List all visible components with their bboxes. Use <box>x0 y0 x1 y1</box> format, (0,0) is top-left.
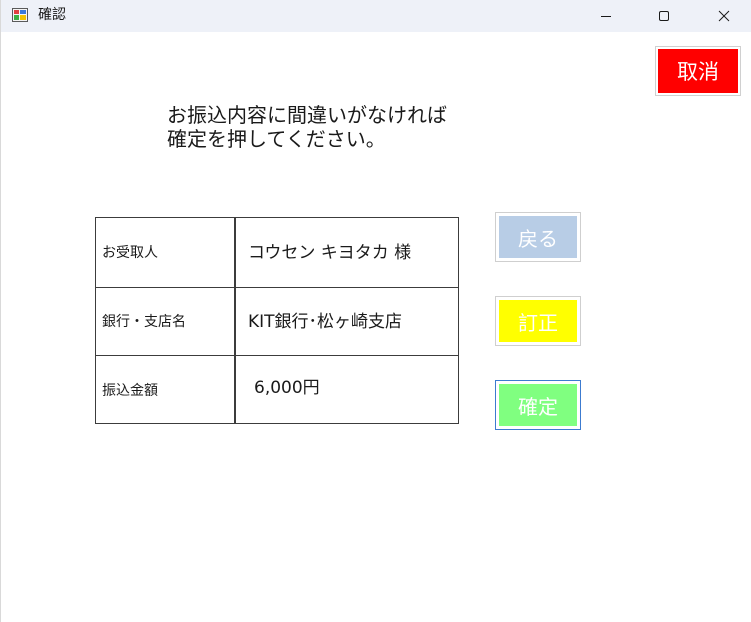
back-button-label: 戻る <box>499 216 577 258</box>
instruction-line-1: お振込内容に間違いがなければ <box>167 103 447 127</box>
bank-branch-label: 銀行・支店名 <box>102 314 186 331</box>
correct-button[interactable]: 訂正 <box>495 296 581 346</box>
app-form-icon <box>12 7 28 23</box>
recipient-label: お受取人 <box>102 245 158 262</box>
confirm-window: 確認 取消 お振込内容に間違いがなければ 確定を押してください。 お受取人 コウ… <box>0 0 751 622</box>
instruction-message: お振込内容に間違いがなければ 確定を押してください。 <box>167 103 447 151</box>
title-bar: 確認 <box>1 0 751 32</box>
amount-value: 6,000円 <box>254 378 320 399</box>
confirm-button-label: 確定 <box>499 384 577 426</box>
window-title: 確認 <box>38 7 66 23</box>
correct-button-label: 訂正 <box>499 300 577 342</box>
close-button[interactable] <box>701 0 747 32</box>
table-row-bank: 銀行・支店名 KIT銀行･松ヶ崎支店 <box>96 286 458 356</box>
back-button[interactable]: 戻る <box>495 212 581 262</box>
maximize-icon <box>658 7 670 26</box>
table-row-recipient: お受取人 コウセン キヨタカ 様 <box>96 218 458 287</box>
cancel-button-label: 取消 <box>658 49 738 93</box>
cancel-button[interactable]: 取消 <box>655 46 741 96</box>
maximize-button[interactable] <box>641 0 687 32</box>
instruction-line-2: 確定を押してください。 <box>167 127 386 151</box>
recipient-value: コウセン キヨタカ 様 <box>248 242 412 263</box>
close-icon <box>718 7 730 26</box>
confirm-button[interactable]: 確定 <box>495 380 581 430</box>
bank-branch-value: KIT銀行･松ヶ崎支店 <box>248 311 403 332</box>
amount-label: 振込金額 <box>102 382 158 399</box>
minimize-button[interactable] <box>583 0 629 32</box>
table-row-amount: 振込金額 6,000円 <box>96 355 458 424</box>
minimize-icon <box>600 7 612 26</box>
transfer-details-table: お受取人 コウセン キヨタカ 様 銀行・支店名 KIT銀行･松ヶ崎支店 振込金額… <box>95 217 459 424</box>
